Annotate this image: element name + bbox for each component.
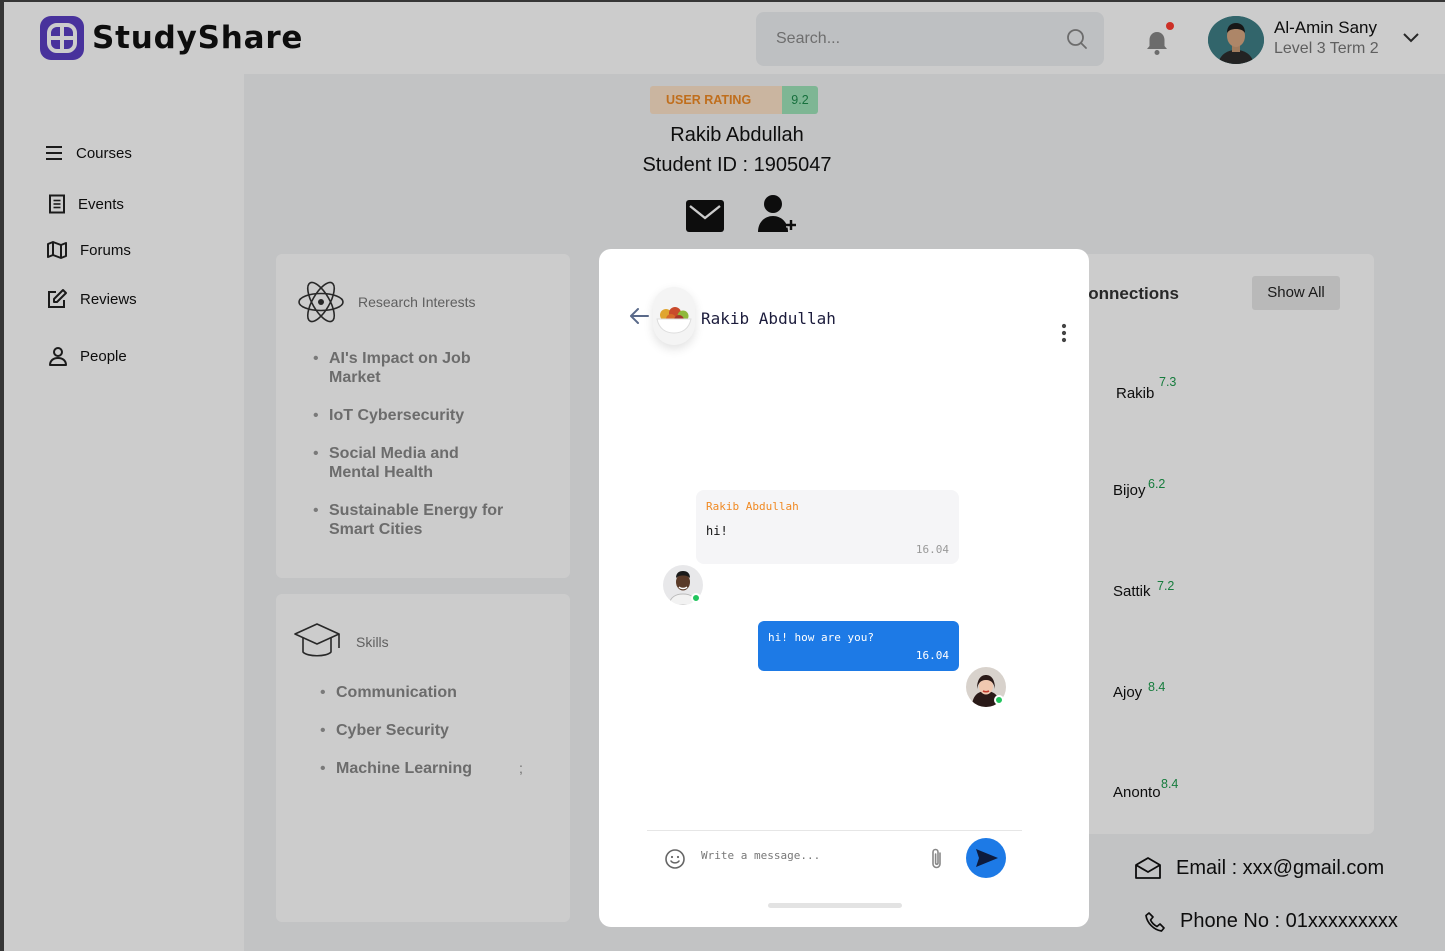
- more-options-icon[interactable]: [1061, 323, 1067, 343]
- emoji-icon[interactable]: [664, 848, 686, 870]
- message-text: hi! how are you?: [768, 631, 874, 644]
- outgoing-message: hi! how are you? 16.04: [758, 621, 959, 671]
- chat-contact-avatar[interactable]: [653, 287, 695, 345]
- message-text: hi!: [706, 524, 728, 538]
- online-status-dot: [994, 695, 1004, 705]
- send-button[interactable]: [966, 838, 1006, 878]
- message-input[interactable]: [701, 843, 921, 867]
- chat-modal: Rakib Abdullah Rakib Abdullah hi! 16.04 …: [599, 249, 1089, 927]
- message-time: 16.04: [915, 649, 949, 662]
- fruit-bowl-image: [653, 287, 695, 345]
- chat-contact-name: Rakib Abdullah: [701, 309, 836, 328]
- composer-divider: [647, 830, 1022, 831]
- send-icon: [976, 849, 998, 867]
- paperclip-icon[interactable]: [929, 847, 945, 871]
- online-status-dot: [691, 593, 701, 603]
- home-indicator: [768, 903, 902, 908]
- incoming-message: Rakib Abdullah hi! 16.04: [696, 490, 959, 564]
- message-sender: Rakib Abdullah: [706, 500, 799, 513]
- message-time: 16.04: [915, 543, 949, 556]
- back-arrow-icon[interactable]: [629, 307, 651, 325]
